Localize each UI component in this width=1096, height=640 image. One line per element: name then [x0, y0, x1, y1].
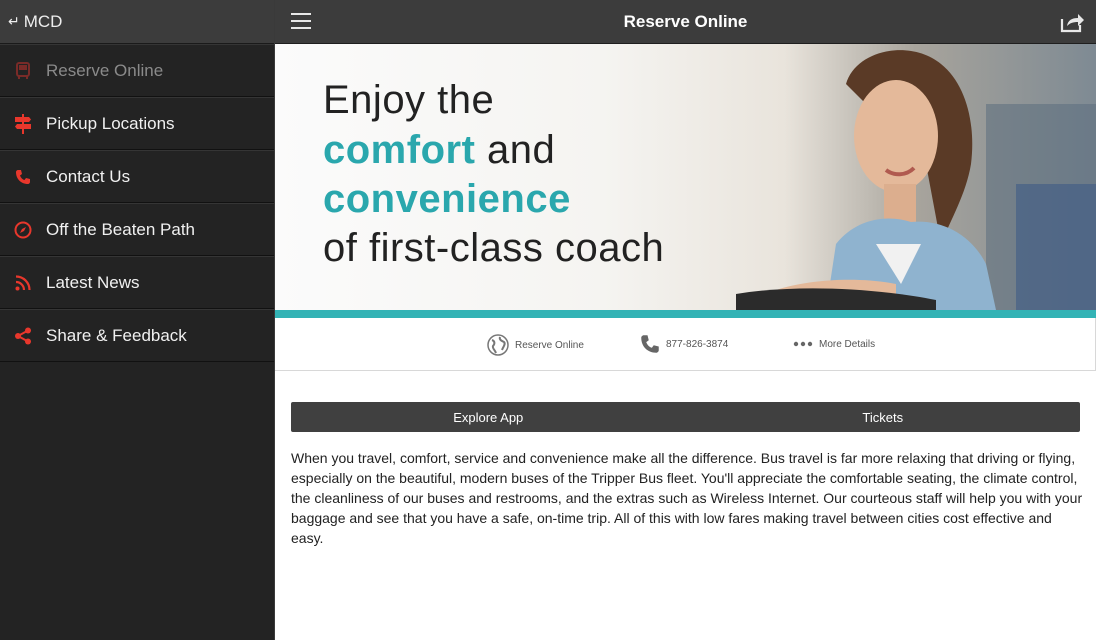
description-text: When you travel, comfort, service and co… [291, 450, 1083, 546]
globe-icon [487, 334, 509, 356]
banner-line-2-rest: and [475, 128, 556, 172]
sidebar-item-label: Off the Beaten Path [46, 219, 196, 239]
banner-line-3: convenience [323, 177, 571, 221]
sidebar-item-off-the-beaten-path[interactable]: Off the Beaten Path [0, 203, 274, 256]
sidebar-item-label: Pickup Locations [46, 113, 175, 133]
banner-divider [275, 310, 1096, 318]
signpost-icon [0, 113, 46, 134]
rss-icon [0, 274, 46, 291]
banner-accent-comfort: comfort [323, 128, 476, 172]
back-button[interactable]: ↵ MCD [0, 0, 274, 44]
sidebar-item-label: Contact Us [46, 166, 131, 186]
phone-number: 877-826-3874 [666, 338, 729, 350]
sidebar: ↵ MCD Reserve Online Pickup Locations Co… [0, 0, 275, 640]
page-title: Reserve Online [623, 12, 748, 31]
sidebar-item-label: Reserve Online [46, 60, 164, 80]
banner-line-1: Enjoy the [323, 78, 495, 122]
sidebar-item-label: Latest News [46, 272, 140, 292]
banner-line-4: of first-class coach [323, 226, 665, 270]
hero-banner: Enjoy the comfort and convenience of fir… [275, 44, 1096, 310]
reserve-online-label: Reserve Online [515, 339, 584, 351]
more-details-label: More Details [819, 338, 876, 350]
banner-line-2: comfort and [323, 128, 555, 173]
compass-icon [0, 221, 46, 239]
back-label: MCD [23, 11, 63, 31]
more-dots-icon [793, 334, 813, 354]
sidebar-item-share-feedback[interactable]: Share & Feedback [0, 309, 274, 362]
reserve-online-link[interactable]: Reserve Online [487, 334, 584, 356]
top-bar: Reserve Online [275, 0, 1096, 44]
woman-photo [736, 50, 1096, 310]
more-details-link[interactable]: More Details [793, 334, 875, 354]
segmented-tabs: Explore App Tickets [291, 402, 1080, 432]
quick-actions-bar: Reserve Online 877-826-3874 More Details [275, 318, 1096, 371]
share-icon [0, 327, 46, 345]
share-export-icon[interactable] [1060, 11, 1086, 33]
sidebar-item-pickup-locations[interactable]: Pickup Locations [0, 97, 274, 150]
sidebar-item-latest-news[interactable]: Latest News [0, 256, 274, 309]
tab-explore-app[interactable]: Explore App [291, 402, 686, 432]
back-arrow-icon: ↵ [8, 13, 20, 29]
sidebar-item-reserve-online[interactable]: Reserve Online [0, 44, 274, 97]
sidebar-item-contact-us[interactable]: Contact Us [0, 150, 274, 203]
bus-icon [0, 61, 46, 80]
tab-tickets[interactable]: Tickets [686, 402, 1081, 432]
phone-icon [0, 169, 46, 185]
phone-link[interactable]: 877-826-3874 [640, 334, 728, 354]
phone-icon [640, 334, 660, 354]
sidebar-item-label: Share & Feedback [46, 325, 187, 345]
